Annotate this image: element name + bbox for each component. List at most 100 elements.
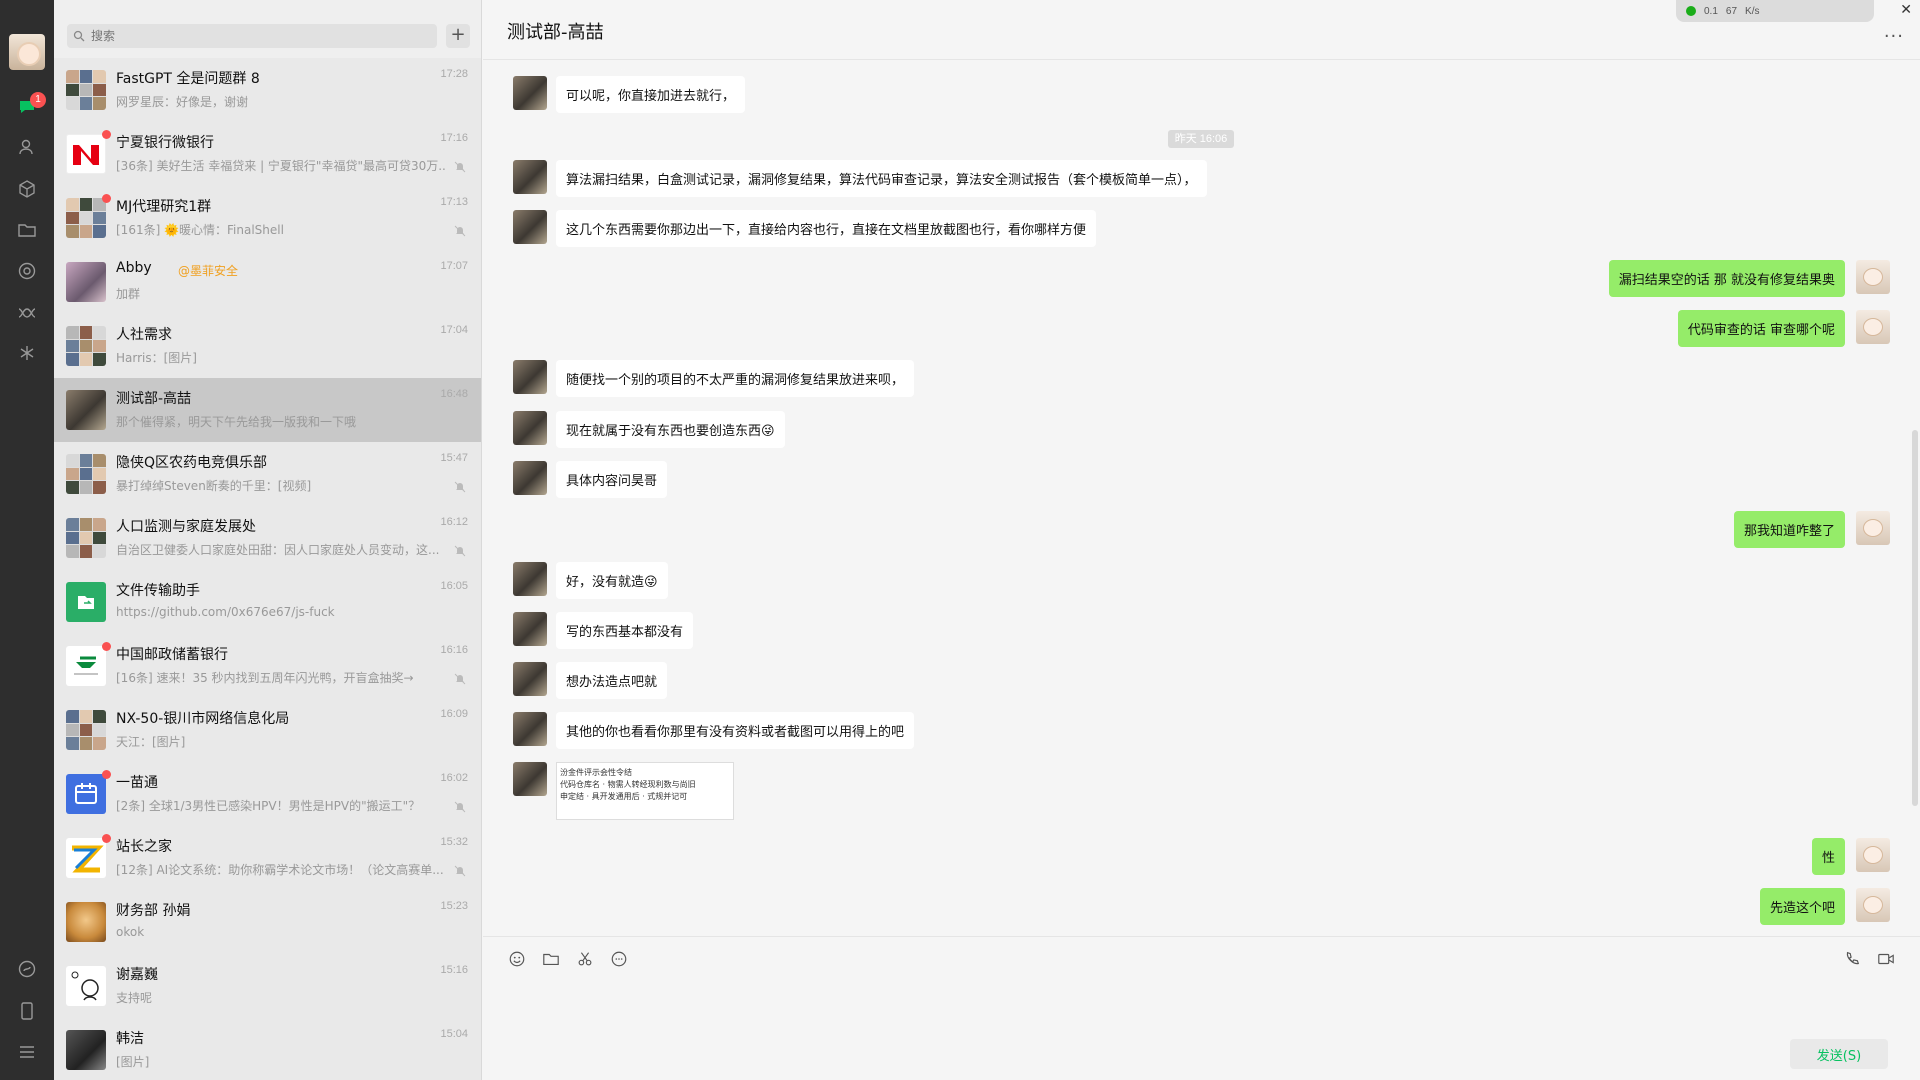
chat-list-item[interactable]: 测试部-高喆 16:48 那个催得紧，明天下午先给我一版我和一下哦 [54,378,481,442]
more-options-icon[interactable]: ··· [1884,26,1904,47]
peer-avatar[interactable] [513,662,547,696]
message-bubble[interactable]: 写的东西基本都没有 [556,612,694,649]
input-area[interactable]: 发送(S) [483,936,1920,1080]
message-bubble[interactable]: 其他的你也看看你那里有没有资料或者截图可以用得上的吧 [556,712,915,749]
peer-avatar[interactable] [513,612,547,646]
incoming-message[interactable]: 具体内容问昊哥 [513,461,668,498]
chat-list-item[interactable]: 站长之家 15:32 [12条] AI论文系统：助你称霸学术论文市场！（论文高赛单.… [54,826,481,890]
peer-avatar[interactable] [513,210,547,244]
chat-list-item[interactable]: 文件传输助手 16:05 https://github.com/0x676e67/j… [54,570,481,634]
speed-unit: K/s [1745,5,1760,17]
message-bubble[interactable]: 漏扫结果空的话 那 就没有修复结果奥 [1608,260,1845,297]
chat-list-item[interactable]: 谢嘉巍 15:16 支持呢 [54,954,481,1018]
message-area[interactable]: 昨天 16:06 汾金件评示会性令结 代码仓库名 · 物需人转经现利数与尚旧 申… [483,60,1920,936]
folder-icon[interactable] [16,219,38,241]
unread-dot [102,642,111,651]
chat-list-item[interactable]: 人社需求 17:04 Harris：[图片] [54,314,481,378]
incoming-message[interactable]: 这几个东西需要你那边出一下，直接给内容也行，直接在文档里放截图也行，看你哪样方便 [513,210,1097,247]
outgoing-message[interactable]: 代码审查的话 审查哪个呢 [1677,310,1890,347]
peer-avatar[interactable] [513,411,547,445]
my-message-avatar[interactable] [1856,260,1890,294]
message-bubble[interactable]: 那我知道咋整了 [1733,511,1845,548]
outgoing-message[interactable]: 先造这个吧 [1759,888,1890,925]
chat-list-item[interactable]: Abby @墨菲安全 17:07 加群 [54,250,481,314]
emoji-icon[interactable] [507,949,527,969]
message-bubble[interactable]: 这几个东西需要你那边出一下，直接给内容也行，直接在文档里放截图也行，看你哪样方便 [556,210,1097,247]
outgoing-message[interactable]: 漏扫结果空的话 那 就没有修复结果奥 [1608,260,1890,297]
chat-list-item[interactable]: NX-50-银川市网络信息化局 16:09 天江：[图片] [54,698,481,762]
chat-list-item[interactable]: 一苗通 16:02 [2条] 全球1/3男性已感染HPV！男性是HPV的"搬运工"？ [54,762,481,826]
peer-avatar[interactable] [513,76,547,110]
message-bubble[interactable]: 现在就属于没有东西也要创造东西😜 [556,411,785,448]
message-bubble[interactable]: 随便找一个别的项目的不太严重的漏洞修复结果放进来呗， [556,360,915,397]
file-icon[interactable] [541,949,561,969]
search-box[interactable] [67,24,437,48]
my-avatar[interactable] [9,34,45,70]
close-icon[interactable]: ✕ [1900,2,1912,18]
search-bar: + [54,0,481,58]
peer-avatar[interactable] [513,762,547,796]
chat-list-item[interactable]: 宁夏银行微银行 17:16 [36条] 美好生活 幸福贷来 | 宁夏银行"幸福贷"最… [54,122,481,186]
menu-icon[interactable] [16,1041,38,1063]
chat-list-item[interactable]: MJ代理研究1群 17:13 [161条] 🌞暖心情：FinalShell [54,186,481,250]
image-message[interactable]: 汾金件评示会性令结 代码仓库名 · 物需人转经现利数与尚旧 申定结 · 具开发通… [513,762,734,820]
miniapp-icon[interactable] [16,958,38,980]
moments-icon[interactable] [16,260,38,282]
my-message-avatar[interactable] [1856,888,1890,922]
screenshot-icon[interactable] [575,949,595,969]
mute-bell-icon [454,542,468,557]
message-bubble[interactable]: 算法漏扫结果，白盒测试记录，漏洞修复结果，算法代码审查记录，算法安全测试报告（套… [556,160,1207,197]
my-message-avatar[interactable] [1856,511,1890,545]
chat-list-item[interactable]: 中国邮政储蓄银行 16:16 [16条] 速来！35 秒内找到五周年闪光鸭，开盲盒抽… [54,634,481,698]
peer-avatar[interactable] [513,562,547,596]
outgoing-message[interactable]: 那我知道咋整了 [1733,511,1890,548]
message-bubble[interactable]: 好，没有就造😜 [556,562,668,599]
chat-name: 谢嘉巍 [116,967,158,983]
search-input[interactable] [91,29,411,43]
message-bubble[interactable]: 想办法造点吧就 [556,662,668,699]
peer-avatar[interactable] [513,712,547,746]
outgoing-message[interactable]: 性 [1811,838,1890,875]
incoming-message[interactable]: 好，没有就造😜 [513,562,668,599]
message-bubble[interactable]: 先造这个吧 [1759,888,1845,925]
miniprogram-icon[interactable] [16,342,38,364]
favorites-icon[interactable] [16,178,38,200]
my-message-avatar[interactable] [1856,310,1890,344]
chat-preview: [2条] 全球1/3男性已感染HPV！男性是HPV的"搬运工"？ [116,799,421,813]
peer-avatar[interactable] [513,160,547,194]
channels-icon[interactable] [16,302,38,324]
chat-preview: Harris：[图片] [116,351,197,365]
send-button[interactable]: 发送(S) [1790,1039,1888,1069]
chat-list-item[interactable]: FastGPT 全是问题群 8 17:28 网罗星辰：好像是，谢谢 [54,58,481,122]
incoming-message[interactable]: 随便找一个别的项目的不太严重的漏洞修复结果放进来呗， [513,360,915,397]
incoming-message[interactable]: 现在就属于没有东西也要创造东西😜 [513,411,785,448]
input-toolbar [507,949,629,969]
incoming-message[interactable]: 想办法造点吧就 [513,662,668,699]
unread-dot [102,194,111,203]
my-message-avatar[interactable] [1856,838,1890,872]
peer-avatar[interactable] [513,360,547,394]
message-bubble[interactable]: 性 [1811,838,1845,875]
phone-icon[interactable] [16,1000,38,1022]
voice-call-icon[interactable] [1842,949,1862,969]
incoming-message[interactable]: 写的东西基本都没有 [513,612,694,649]
scrollbar[interactable] [1912,430,1918,806]
chat-list-item[interactable]: 隐侠Q区农药电竞俱乐部 15:47 暴打绰绰Steven断奏的千里：[视频] [54,442,481,506]
incoming-message[interactable]: 其他的你也看看你那里有没有资料或者截图可以用得上的吧 [513,712,915,749]
message-bubble[interactable]: 具体内容问昊哥 [556,461,668,498]
contacts-icon[interactable] [16,136,38,158]
chat-list-item[interactable]: 财务部 孙娟 15:23 okok [54,890,481,954]
peer-avatar[interactable] [513,461,547,495]
incoming-message[interactable]: 算法漏扫结果，白盒测试记录，漏洞修复结果，算法代码审查记录，算法安全测试报告（套… [513,160,1207,197]
incoming-message[interactable]: 可以呢，你直接加进去就行， [513,76,746,113]
chat-list-item[interactable]: 人口监测与家庭发展处 16:12 自治区卫健委人口家庭处田甜：因人口家庭处人员变动，… [54,506,481,570]
chat-name: 隐侠Q区农药电竞俱乐部 [116,455,268,471]
image-thumbnail[interactable]: 汾金件评示会性令结 代码仓库名 · 物需人转经现利数与尚旧 申定结 · 具开发通… [556,762,734,820]
chat-name: FastGPT 全是问题群 8 [116,71,260,87]
add-chat-button[interactable]: + [446,24,470,48]
video-call-icon[interactable] [1876,949,1896,969]
chat-history-icon[interactable] [609,949,629,969]
message-bubble[interactable]: 代码审查的话 审查哪个呢 [1677,310,1845,347]
chat-list-item[interactable]: 韩洁 15:04 [图片] [54,1018,481,1080]
message-bubble[interactable]: 可以呢，你直接加进去就行， [556,76,746,113]
